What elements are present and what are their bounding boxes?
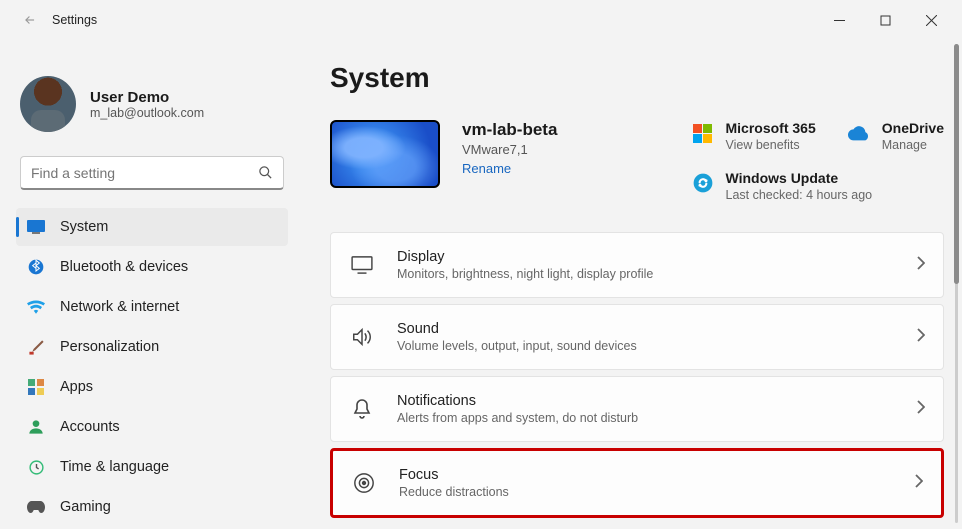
desktop-thumbnail[interactable] (330, 120, 440, 188)
sidebar-item-apps[interactable]: Apps (16, 368, 288, 406)
sidebar-item-network[interactable]: Network & internet (16, 288, 288, 326)
system-icon (26, 217, 46, 237)
status-onedrive[interactable]: OneDriveManage (848, 120, 944, 152)
sidebar-item-label: Bluetooth & devices (60, 259, 188, 275)
monitor-icon (349, 252, 375, 278)
sidebar-item-label: Network & internet (60, 299, 179, 315)
person-icon (26, 417, 46, 437)
cloud-icon (848, 122, 870, 144)
bell-icon (349, 396, 375, 422)
chevron-right-icon (916, 400, 925, 419)
sync-icon (692, 172, 714, 194)
sidebar-item-label: Apps (60, 379, 93, 395)
wifi-icon (26, 297, 46, 317)
sidebar-item-system[interactable]: System (16, 208, 288, 246)
gamepad-icon (26, 497, 46, 517)
sidebar-item-personalization[interactable]: Personalization (16, 328, 288, 366)
sidebar-item-gaming[interactable]: Gaming (16, 488, 288, 526)
device-name: vm-lab-beta (462, 120, 557, 140)
rename-link[interactable]: Rename (462, 161, 511, 176)
chevron-right-icon (914, 474, 923, 493)
status-update[interactable]: Windows UpdateLast checked: 4 hours ago (692, 170, 945, 202)
card-notifications[interactable]: NotificationsAlerts from apps and system… (330, 376, 944, 442)
card-display[interactable]: DisplayMonitors, brightness, night light… (330, 232, 944, 298)
sidebar-item-label: Personalization (60, 339, 159, 355)
card-focus[interactable]: FocusReduce distractions (330, 448, 944, 518)
minimize-button[interactable] (816, 4, 862, 36)
maximize-button[interactable] (862, 4, 908, 36)
apps-icon (26, 377, 46, 397)
nav: System Bluetooth & devices Network & int… (16, 208, 288, 526)
microsoft-logo-icon (692, 122, 714, 144)
speaker-icon (349, 324, 375, 350)
titlebar: Settings (0, 0, 962, 40)
user-email: m_lab@outlook.com (90, 106, 204, 120)
chevron-right-icon (916, 256, 925, 275)
sidebar: User Demo m_lab@outlook.com System Bluet… (0, 40, 300, 529)
settings-cards: DisplayMonitors, brightness, night light… (330, 232, 944, 518)
device-model: VMware7,1 (462, 142, 557, 157)
window-controls (816, 4, 954, 36)
chevron-right-icon (916, 328, 925, 347)
sidebar-item-label: Gaming (60, 499, 111, 515)
sidebar-item-bluetooth[interactable]: Bluetooth & devices (16, 248, 288, 286)
sidebar-item-label: System (60, 219, 108, 235)
avatar (20, 76, 76, 132)
search-box[interactable] (20, 156, 284, 190)
user-block[interactable]: User Demo m_lab@outlook.com (20, 76, 284, 132)
clock-globe-icon (26, 457, 46, 477)
close-button[interactable] (908, 4, 954, 36)
sidebar-item-label: Accounts (60, 419, 120, 435)
user-name: User Demo (90, 89, 204, 106)
card-sound[interactable]: SoundVolume levels, output, input, sound… (330, 304, 944, 370)
bluetooth-icon (26, 257, 46, 277)
brush-icon (26, 337, 46, 357)
scrollbar-thumb[interactable] (954, 44, 959, 284)
device-hero: vm-lab-beta VMware7,1 Rename Microsoft 3… (330, 120, 944, 202)
focus-icon (351, 470, 377, 496)
page-title: System (330, 62, 944, 94)
sidebar-item-time[interactable]: Time & language (16, 448, 288, 486)
sidebar-item-label: Time & language (60, 459, 169, 475)
search-icon (258, 165, 273, 180)
main-content: System vm-lab-beta VMware7,1 Rename Micr… (300, 40, 962, 529)
status-m365[interactable]: Microsoft 365View benefits (692, 120, 816, 152)
sidebar-item-accounts[interactable]: Accounts (16, 408, 288, 446)
back-button[interactable] (16, 6, 44, 34)
window-title: Settings (52, 13, 97, 27)
search-input[interactable] (31, 165, 258, 181)
